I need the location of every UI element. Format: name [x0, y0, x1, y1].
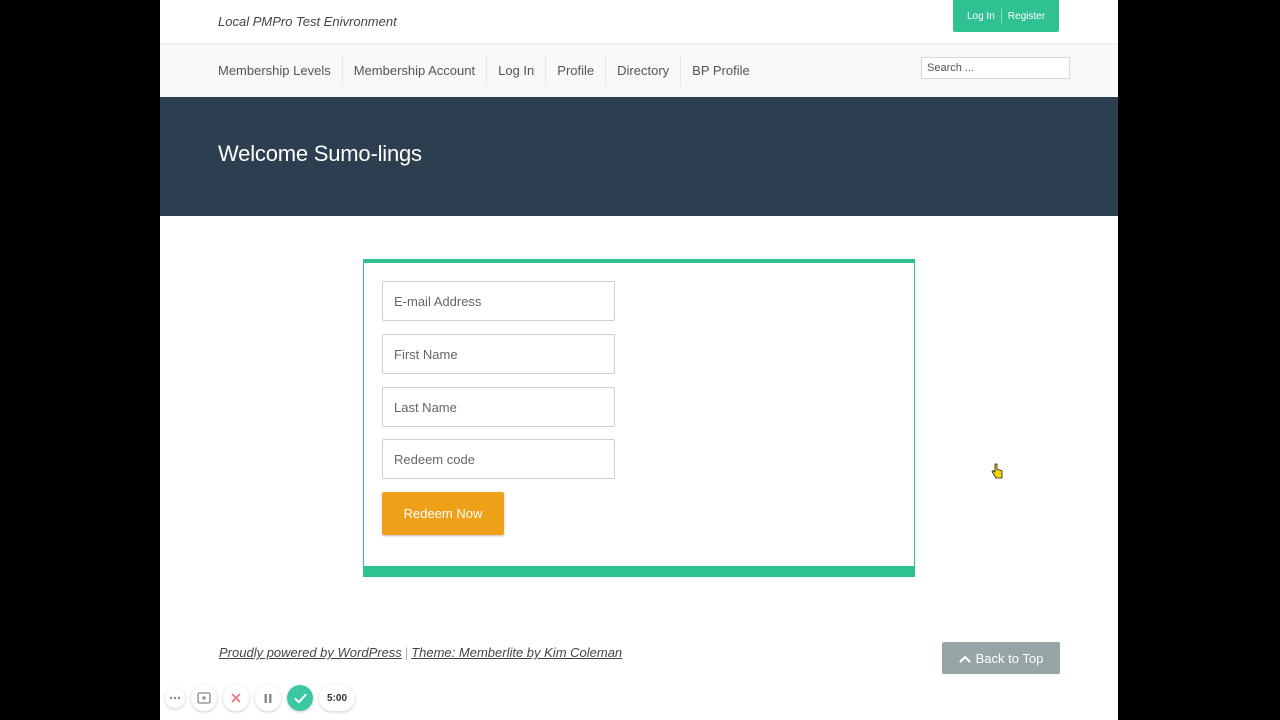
top-login-link[interactable]: Log In: [961, 11, 1001, 22]
site-description: Local PMPro Test Enivronment: [218, 14, 397, 29]
nav-item-bp-profile[interactable]: BP Profile: [681, 56, 761, 86]
last-name-field[interactable]: [382, 387, 615, 427]
member-meta-bar: Log In Register: [953, 0, 1059, 32]
wordpress-link[interactable]: Proudly powered by WordPress: [219, 645, 402, 660]
top-register-link[interactable]: Register: [1002, 11, 1051, 22]
footer-separator: |: [404, 645, 409, 660]
redeem-code-field[interactable]: [382, 439, 615, 479]
screen-recorder-controls: 5:00: [165, 684, 356, 712]
nav-item-membership-levels[interactable]: Membership Levels: [207, 56, 343, 86]
search-input[interactable]: [921, 57, 1070, 79]
cancel-recording-icon[interactable]: [223, 685, 249, 711]
page-header-banner: Welcome Sumo-lings: [160, 97, 1118, 216]
nav-item-membership-account[interactable]: Membership Account: [343, 56, 488, 86]
redeem-form-card: Redeem Now: [363, 259, 915, 577]
nav-menu: Membership Levels Membership Account Log…: [207, 44, 761, 98]
main-navigation: Membership Levels Membership Account Log…: [160, 43, 1118, 99]
page: Local PMPro Test Enivronment Log In Regi…: [160, 0, 1118, 720]
first-name-field[interactable]: [382, 334, 615, 374]
pause-recording-icon[interactable]: [255, 685, 281, 711]
back-to-top-label: Back to Top: [975, 650, 1044, 666]
footer-credits: Proudly powered by WordPress | Theme: Memb…: [219, 645, 622, 660]
page-title: Welcome Sumo-lings: [218, 141, 422, 166]
camera-toggle-icon[interactable]: [191, 685, 217, 711]
email-field[interactable]: [382, 281, 615, 321]
theme-link[interactable]: Theme: Memberlite by Kim Coleman: [411, 645, 622, 660]
nav-item-log-in[interactable]: Log In: [487, 56, 547, 86]
finish-recording-icon[interactable]: [287, 685, 313, 711]
chevron-up-icon: [959, 654, 971, 663]
redeem-now-button[interactable]: Redeem Now: [382, 492, 504, 535]
more-options-icon[interactable]: [165, 688, 185, 708]
nav-item-profile[interactable]: Profile: [546, 56, 607, 86]
nav-item-directory[interactable]: Directory: [606, 56, 682, 86]
hand-cursor-icon: [991, 463, 1003, 479]
recording-timer: 5:00: [319, 685, 356, 711]
back-to-top-button[interactable]: Back to Top: [942, 642, 1060, 674]
